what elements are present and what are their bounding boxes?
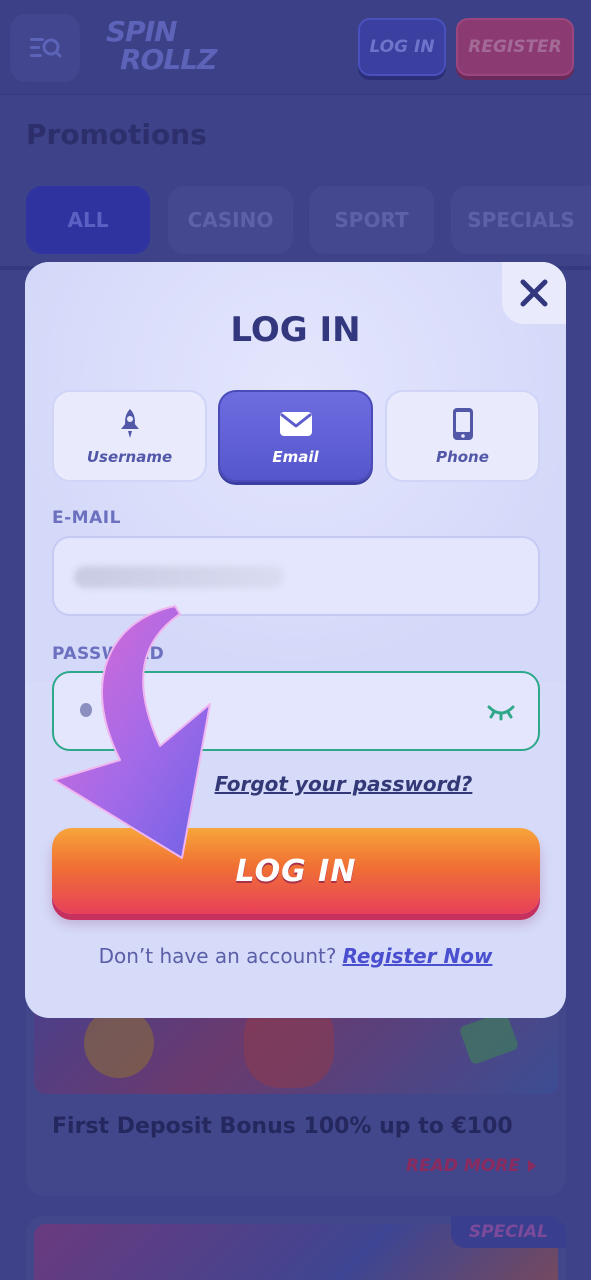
header-login-button[interactable]: LOG IN (358, 18, 446, 76)
close-icon (520, 279, 548, 307)
register-prompt: Don’t have an account? Register Now (25, 944, 566, 968)
logo-line-1: SPIN (106, 15, 178, 48)
logo-line-2: ROLLZ (120, 43, 217, 76)
email-label: E-MAIL (52, 508, 121, 528)
play-arrow-icon (528, 1160, 536, 1172)
tab-casino[interactable]: CASINO (168, 186, 293, 254)
read-more-link[interactable]: READ MORE (406, 1156, 536, 1176)
envelope-icon (279, 412, 312, 436)
pointer-arrow-icon (53, 605, 211, 859)
register-now-link[interactable]: Register Now (342, 944, 492, 968)
method-label: Email (272, 448, 319, 466)
page-title: Promotions (26, 118, 207, 151)
eye-closed-icon[interactable] (486, 701, 516, 723)
email-value-blurred (74, 566, 284, 588)
header-register-button[interactable]: REGISTER (456, 18, 574, 76)
method-email-tab[interactable]: Email (218, 390, 373, 482)
method-label: Username (86, 448, 173, 466)
promo-title: First Deposit Bonus 100% up to €100 (52, 1114, 513, 1139)
tab-sport[interactable]: SPORT (309, 186, 434, 254)
tab-specials[interactable]: SPECIALS (451, 186, 591, 254)
promo-card[interactable]: SPECIAL (26, 1216, 566, 1280)
method-phone-tab[interactable]: Phone (385, 390, 540, 482)
modal-title: LOG IN (230, 310, 361, 350)
special-badge: SPECIAL (450, 1216, 566, 1248)
no-account-text: Don’t have an account? (98, 944, 337, 968)
method-username-tab[interactable]: Username (52, 390, 207, 482)
rocket-icon (120, 409, 139, 438)
method-label: Phone (436, 448, 489, 466)
header: SPIN ROLLZ LOG IN REGISTER (0, 0, 591, 95)
promo-card[interactable]: First Deposit Bonus 100% up to €100 READ… (26, 990, 566, 1196)
read-more-label: READ MORE (406, 1156, 520, 1176)
menu-search-button[interactable] (10, 14, 80, 82)
spinrollz-logo[interactable]: SPIN ROLLZ (106, 15, 217, 78)
tab-all[interactable]: ALL (26, 186, 150, 254)
menu-search-icon (30, 38, 62, 58)
phone-icon (452, 408, 473, 440)
